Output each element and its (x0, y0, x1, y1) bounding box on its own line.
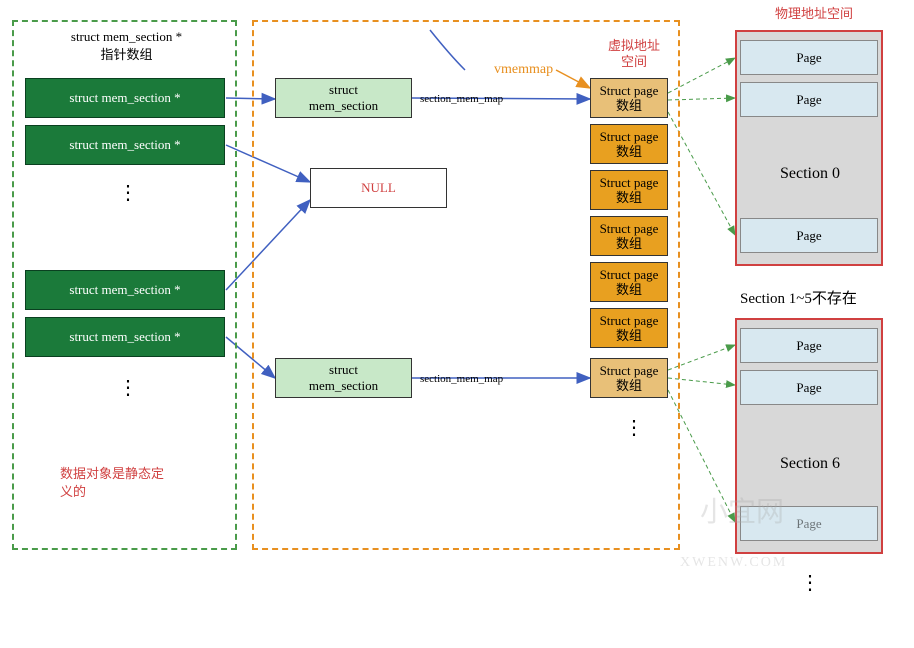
ptr-item-2: struct mem_section * (25, 270, 225, 310)
page-box-0: Page (740, 40, 878, 75)
struct-page-arr-3: Struct page数组 (590, 216, 668, 256)
section-6-label: Section 6 (780, 455, 840, 473)
section-0-label: Section 0 (780, 165, 840, 183)
section-mem-map-label-0: section_mem_map (420, 93, 503, 105)
dots-icon: ⋮ (624, 425, 644, 431)
struct-page-arr-1: Struct page数组 (590, 124, 668, 164)
struct-page-arr-4: Struct page数组 (590, 262, 668, 302)
struct-page-arr-5: Struct page数组 (590, 308, 668, 348)
struct-page-arr-2: Struct page数组 (590, 170, 668, 210)
vmemmap-label: vmemmap (494, 62, 553, 78)
left-footer-note: 数据对象是静态定义的 (60, 465, 200, 501)
page-box-4: Page (740, 370, 878, 405)
struct-page-arr-6: Struct page数组 (590, 358, 668, 398)
virt-addr-label: 虚拟地址空间 (596, 38, 672, 70)
dots-icon: ⋮ (800, 580, 820, 586)
page-box-2: Page (740, 218, 878, 253)
section-1-5-label: Section 1~5不存在 (740, 287, 857, 308)
watermark-main: 小宜网 (700, 490, 784, 530)
null-box: NULL (310, 168, 447, 208)
struct-page-arr-0: Struct page数组 (590, 78, 668, 118)
ptr-item-1: struct mem_section * (25, 125, 225, 165)
watermark-sub: XWENW.COM (680, 555, 787, 571)
page-box-1: Page (740, 82, 878, 117)
left-panel-title: struct mem_section *指针数组 (44, 28, 209, 64)
struct-mem-section-0: structmem_section (275, 78, 412, 118)
page-box-3: Page (740, 328, 878, 363)
dots-icon: ⋮ (118, 190, 138, 196)
dots-icon: ⋮ (118, 385, 138, 391)
section-mem-map-label-1: section_mem_map (420, 373, 503, 385)
ptr-item-3: struct mem_section * (25, 317, 225, 357)
phys-addr-label: 物理地址空间 (775, 3, 853, 22)
ptr-item-0: struct mem_section * (25, 78, 225, 118)
struct-mem-section-1: structmem_section (275, 358, 412, 398)
